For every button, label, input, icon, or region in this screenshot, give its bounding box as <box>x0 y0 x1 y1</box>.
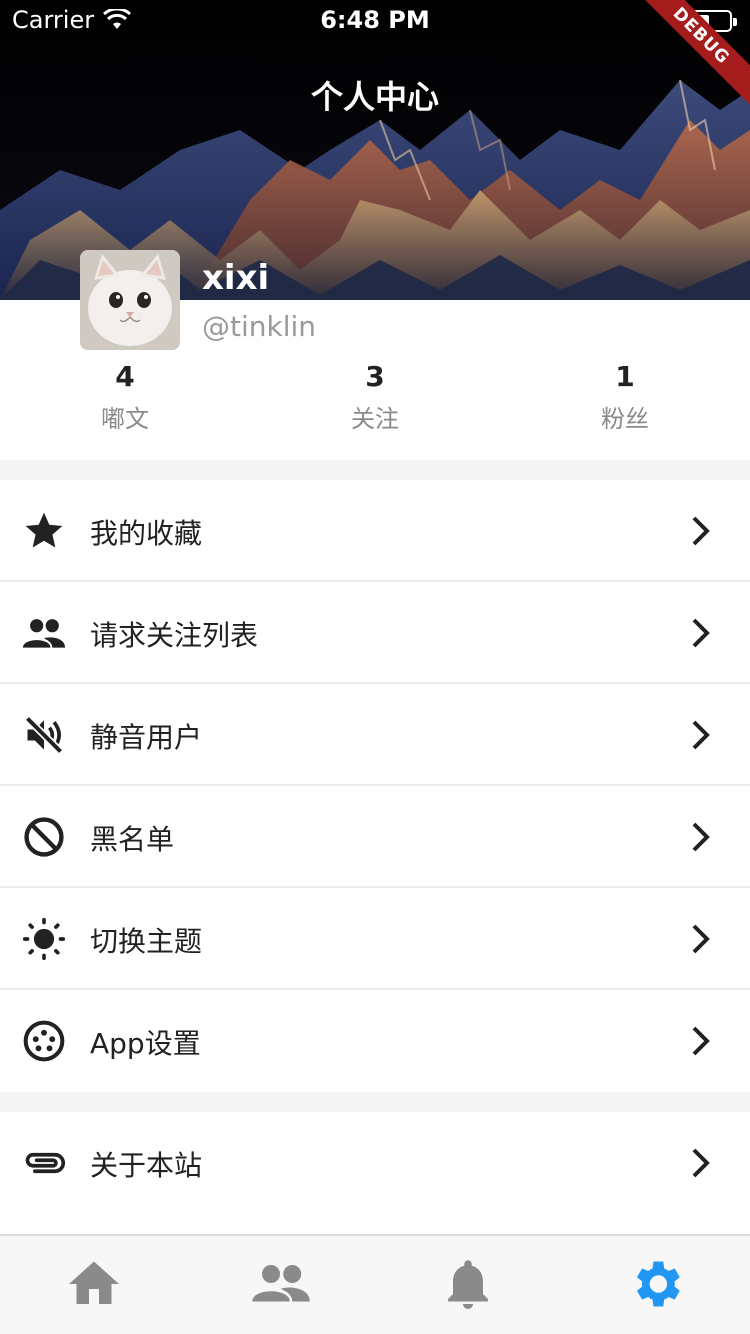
chevron-right-icon <box>692 822 710 852</box>
page-title: 个人中心 <box>310 78 439 116</box>
stat-label: 嘟文 <box>101 405 149 433</box>
stat-value: 1 <box>615 360 635 393</box>
people-icon <box>22 619 66 648</box>
chevron-right-icon <box>692 1148 710 1178</box>
menu-item-app-settings[interactable]: App设置 <box>0 990 750 1092</box>
chevron-right-icon <box>692 924 710 954</box>
status-time: 6:48 PM <box>320 6 430 34</box>
home-icon <box>69 1261 119 1304</box>
tab-home[interactable] <box>64 1254 124 1314</box>
brightness-icon <box>22 917 66 961</box>
bell-icon <box>448 1260 488 1309</box>
profile-name: xixi <box>202 258 270 298</box>
menu-item-about-site[interactable]: 关于本站 <box>0 1112 750 1214</box>
star-icon <box>25 512 63 548</box>
stat-value: 3 <box>365 360 385 393</box>
menu-item-label: 我的收藏 <box>90 517 203 550</box>
stat-label: 关注 <box>351 405 399 433</box>
people-icon <box>252 1265 310 1302</box>
attachment-icon <box>25 1152 65 1174</box>
gear-icon <box>637 1261 680 1307</box>
stat-label: 粉丝 <box>601 405 649 433</box>
menu-item-label: App设置 <box>90 1027 201 1060</box>
tab-people[interactable] <box>251 1254 311 1314</box>
avatar[interactable] <box>80 250 180 350</box>
settings-input-icon <box>23 1020 65 1062</box>
menu-item-switch-theme[interactable]: 切换主题 <box>0 888 750 990</box>
tab-settings[interactable] <box>626 1254 686 1314</box>
profile-handle: @tinklin <box>202 310 317 343</box>
menu-item-blocklist[interactable]: 黑名单 <box>0 786 750 888</box>
tab-notifications[interactable] <box>438 1254 498 1314</box>
stat-following[interactable]: 3 关注 <box>250 360 500 434</box>
menu-item-muted-users[interactable]: 静音用户 <box>0 684 750 786</box>
chevron-right-icon <box>692 720 710 750</box>
chevron-right-icon <box>692 516 710 546</box>
status-bar: Carrier 6:48 PM <box>0 0 750 40</box>
block-icon <box>24 817 64 857</box>
stat-value: 4 <box>115 360 135 393</box>
bottom-tab-bar <box>0 1234 750 1334</box>
menu-item-favourites[interactable]: 我的收藏 <box>0 480 750 582</box>
menu-item-label: 静音用户 <box>90 721 203 754</box>
volume-off-icon <box>24 715 64 755</box>
chevron-right-icon <box>692 618 710 648</box>
menu-item-follow-requests[interactable]: 请求关注列表 <box>0 582 750 684</box>
menu-item-label: 切换主题 <box>90 925 203 958</box>
stat-followers[interactable]: 1 粉丝 <box>500 360 750 434</box>
menu-item-label: 黑名单 <box>90 823 175 856</box>
menu-item-label: 请求关注列表 <box>90 619 259 652</box>
menu-item-label: 关于本站 <box>90 1149 203 1182</box>
menu-group-main: 我的收藏 请求关注列表 静音用户 黑名单 切换主题 App设置 <box>0 480 750 1092</box>
chevron-right-icon <box>692 1026 710 1056</box>
menu-group-about: 关于本站 <box>0 1112 750 1234</box>
stat-posts[interactable]: 4 嘟文 <box>0 360 250 434</box>
cat-avatar-image <box>80 250 180 350</box>
